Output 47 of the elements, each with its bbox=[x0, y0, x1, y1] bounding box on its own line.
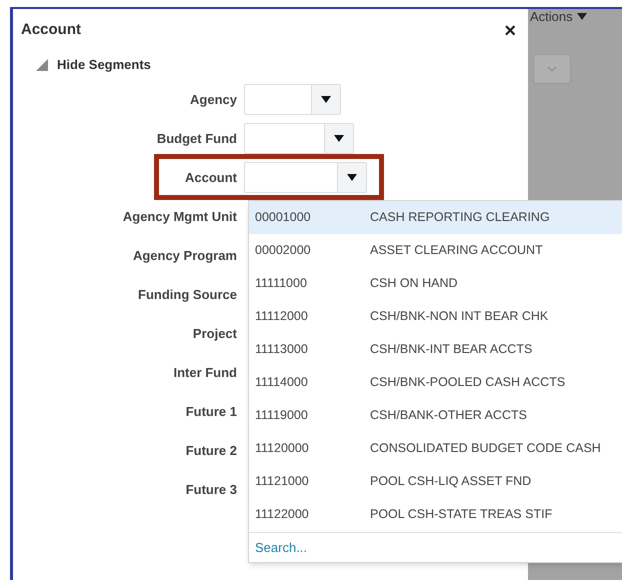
collapse-triangle-icon[interactable] bbox=[36, 59, 48, 71]
hide-segments-link[interactable]: Hide Segments bbox=[57, 55, 151, 75]
field-label: Inter Fund bbox=[173, 364, 237, 382]
account-description: ASSET CLEARING ACCOUNT bbox=[370, 242, 543, 260]
dialog-title: Account bbox=[21, 20, 81, 40]
field-label: Funding Source bbox=[138, 286, 237, 304]
account-description: CSH/BNK-POOLED CASH ACCTS bbox=[370, 374, 566, 392]
account-code: 11113000 bbox=[255, 341, 309, 358]
account-description: CSH/BANK-OTHER ACCTS bbox=[370, 407, 527, 424]
close-button[interactable]: × bbox=[504, 20, 516, 40]
dropdown-button[interactable] bbox=[324, 124, 353, 153]
account-description: CSH/BNK-NON INT BEAR CHK bbox=[370, 308, 548, 326]
account-code: 11119000 bbox=[255, 407, 309, 424]
field-label: Account bbox=[185, 168, 237, 187]
caret-icon bbox=[334, 135, 344, 142]
account-description: CASH REPORTING CLEARING bbox=[370, 209, 550, 226]
actions-menu[interactable]: Actions bbox=[530, 7, 573, 26]
field-label: Project bbox=[192, 324, 237, 343]
account-code: 11111000 bbox=[255, 275, 308, 292]
caret-icon bbox=[576, 13, 587, 20]
dropdown-button[interactable] bbox=[337, 163, 366, 192]
field-label: Future 2 bbox=[186, 442, 237, 460]
account-code: 11112000 bbox=[255, 308, 309, 326]
search-link[interactable]: Search... bbox=[255, 538, 308, 558]
account-description: POOL CSH-STATE TREAS STIF bbox=[370, 506, 552, 524]
field-label: Future 1 bbox=[186, 402, 237, 421]
account-description: CONSOLIDATED BUDGET CODE CASH bbox=[370, 440, 601, 458]
account-description: CSH/BNK-INT BEAR ACCTS bbox=[370, 341, 532, 358]
account-code: 11122000 bbox=[255, 506, 310, 524]
dropdown-field[interactable] bbox=[533, 54, 571, 84]
account-code: 11120000 bbox=[255, 440, 310, 458]
field-label: Agency Program bbox=[132, 246, 237, 265]
account-code: 00001000 bbox=[255, 209, 312, 226]
field-label: Agency bbox=[190, 90, 237, 109]
account-description: POOL CSH-LIQ ASSET FND bbox=[370, 473, 532, 490]
account-code: 11121000 bbox=[255, 473, 310, 490]
account-description: CSH ON HAND bbox=[370, 275, 458, 292]
list-option[interactable]: 00001000 CASH REPORTING CLEARING bbox=[249, 201, 622, 234]
field-label: Agency Mgmt Unit bbox=[122, 208, 237, 226]
field-label: Budget Fund bbox=[156, 130, 237, 148]
caret-icon bbox=[321, 96, 331, 103]
field-label: Future 3 bbox=[186, 480, 237, 499]
account-code: 11114000 bbox=[255, 374, 309, 392]
chevron-down-icon bbox=[547, 66, 557, 72]
account-code: 00002000 bbox=[255, 242, 312, 260]
dropdown-button[interactable] bbox=[311, 85, 340, 114]
caret-icon bbox=[347, 174, 357, 181]
